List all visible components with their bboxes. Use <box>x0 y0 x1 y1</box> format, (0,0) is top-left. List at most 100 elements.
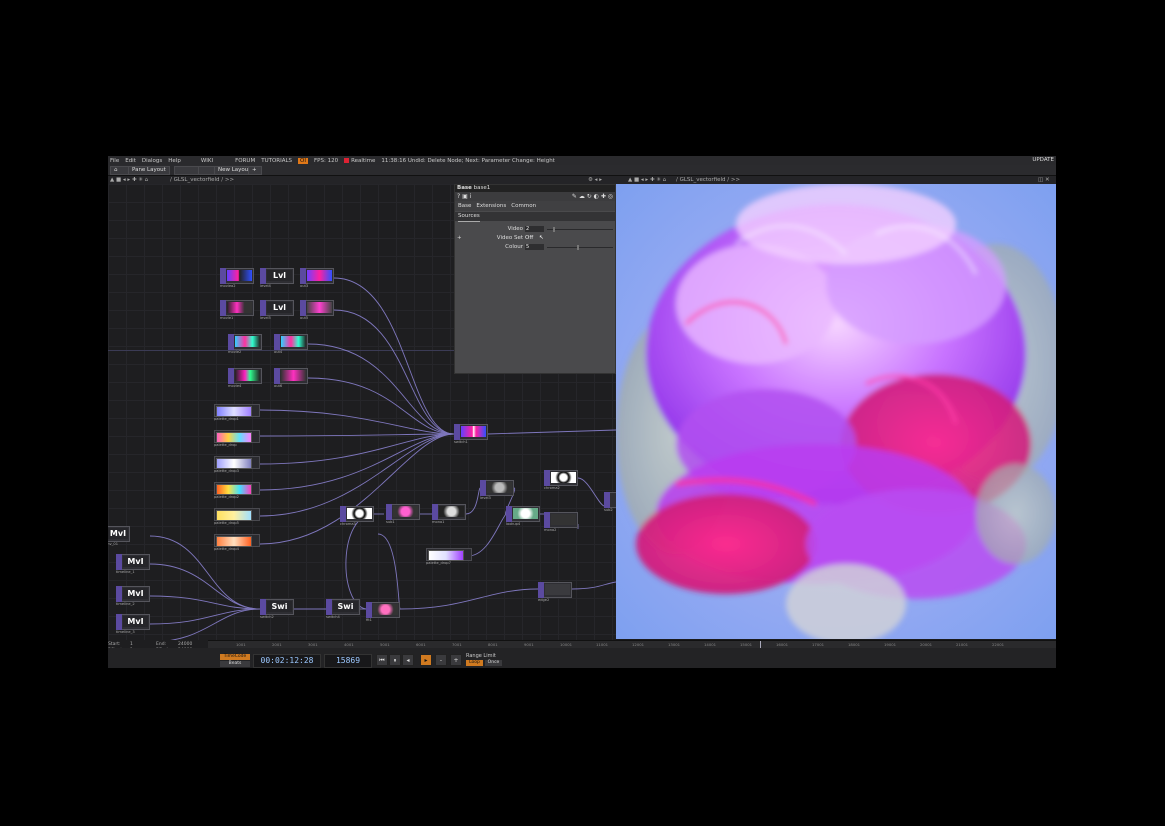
palette-node[interactable]: palette_drop4 <box>214 534 260 551</box>
param-tabs: Base Extensions Common <box>455 201 615 211</box>
flower-render-image <box>616 184 1056 639</box>
menu-help[interactable]: Help <box>168 158 181 164</box>
wiki-link[interactable]: WIKI <box>201 158 213 164</box>
mono-node[interactable]: mono2 <box>544 512 578 532</box>
menu-dialogs[interactable]: Dialogs <box>142 158 162 164</box>
switch-node[interactable]: switch1 <box>454 424 488 444</box>
param-toolbar: ? ▣ i ✎ ☁ ↻ ◐ ✚ ◎ <box>455 192 615 201</box>
level-node[interactable]: level3 <box>480 480 514 500</box>
colour-field[interactable]: 5 <box>525 244 544 250</box>
network-path[interactable]: / GLSL_vectorfield / >> <box>170 176 234 184</box>
play-icon[interactable]: ▸ <box>420 654 432 666</box>
palette-node[interactable]: palette_drop7 <box>426 548 472 565</box>
movie-node[interactable]: movie4 <box>228 368 262 388</box>
switch-node[interactable]: Swi switch2 <box>260 599 294 619</box>
oi-badge[interactable]: OI <box>298 157 308 164</box>
help-icon[interactable]: ? <box>457 193 460 200</box>
slider-knob[interactable] <box>577 245 579 250</box>
rewind-start-icon[interactable]: ⏮ <box>376 654 388 666</box>
output-viewer[interactable] <box>616 184 1056 639</box>
once-button[interactable]: Once <box>485 660 502 666</box>
palette-node[interactable]: palette_drop3 <box>214 456 260 473</box>
tutorials-link[interactable]: TUTORIALS <box>261 158 292 164</box>
palette-node[interactable]: palette_drop5 <box>214 508 260 525</box>
tab-base[interactable]: Base <box>458 201 471 211</box>
param-header: Base base1 <box>455 185 615 192</box>
sub-node[interactable]: sub1 <box>386 504 420 524</box>
add-layout-icon[interactable]: + <box>248 166 262 175</box>
param-row-video-set: + Video Set Off ↖ <box>457 234 544 242</box>
chroma-node[interactable]: chroma3 <box>340 506 374 526</box>
param-subtab-bar: Sources <box>455 212 615 222</box>
out-node[interactable]: out5 <box>300 300 334 320</box>
movie-node[interactable]: moviea2 <box>220 268 254 288</box>
level-node[interactable]: Lvl level5 <box>260 300 294 320</box>
level-node[interactable]: Lvl level4 <box>260 268 294 288</box>
chroma-node[interactable]: chroma2 <box>544 470 578 490</box>
palette-node[interactable]: palette_drop1 <box>214 404 260 421</box>
sub-node[interactable]: sub2 <box>604 492 616 512</box>
realtime-indicator-icon <box>344 157 350 163</box>
palette-node[interactable]: palette_drop <box>214 430 260 447</box>
pane-options-icon[interactable]: ⚙ ◂ ▸ <box>588 176 602 184</box>
image-icon[interactable]: ▣ <box>462 193 468 200</box>
menu-edit[interactable]: Edit <box>125 158 136 164</box>
forum-link[interactable]: FORUM <box>235 158 255 164</box>
realtime-toggle[interactable]: Realtime <box>344 157 375 164</box>
info-icon[interactable]: i <box>470 193 472 200</box>
switch-node[interactable]: Swi switch4 <box>326 599 360 619</box>
movie-node[interactable]: movie2 <box>228 334 262 354</box>
cursor-icon: ↖ <box>539 235 544 241</box>
expand-icon[interactable]: + <box>457 234 462 242</box>
menu-file[interactable]: File <box>110 158 119 164</box>
fit-node[interactable]: fit1 <box>366 602 400 622</box>
pane-layout-button[interactable]: Pane Layout <box>128 166 170 175</box>
movie-node[interactable]: MvI mv_01 <box>108 526 130 546</box>
timecode-mode-button[interactable]: TimeCode <box>220 654 250 660</box>
update-button[interactable]: UPDATE <box>1032 157 1054 163</box>
transport-bar <box>108 648 1056 668</box>
pane-close-icon[interactable]: ◫ ✕ <box>1038 176 1050 184</box>
param-tools-icon[interactable]: ✎ ☁ ↻ ◐ ✚ ◎ <box>572 192 613 201</box>
param-row-video: Video 2 <box>455 225 615 233</box>
step-minus-icon[interactable]: - <box>435 654 447 666</box>
step-plus-icon[interactable]: + <box>450 654 462 666</box>
mono-node[interactable]: mono1 <box>432 504 466 524</box>
viewer-tools-icon[interactable]: ▲ ■ ◂ ▸ ✚ ✳ ⌂ <box>628 176 666 184</box>
out-node[interactable]: out4 <box>274 334 308 354</box>
beats-mode-button[interactable]: Beats <box>220 661 250 667</box>
colour-slider[interactable] <box>547 245 613 250</box>
tab-common[interactable]: Common <box>511 201 536 211</box>
out-node[interactable]: out3 <box>300 268 334 288</box>
undo-status: 11:38:16 Undid: Delete Node; Next: Param… <box>381 157 555 164</box>
out-node[interactable]: out6 <box>274 368 308 388</box>
movie-node[interactable]: movie1 <box>220 300 254 320</box>
timecode-display[interactable]: 00:02:12:28 <box>253 654 321 668</box>
parameter-panel: Base base1 ? ▣ i ✎ ☁ ↻ ◐ ✚ ◎ Base Extens… <box>454 184 616 374</box>
step-back-icon[interactable]: ◂ <box>402 654 414 666</box>
lookup-node[interactable]: lookup4 <box>506 506 540 526</box>
home-icon[interactable]: ⌂ <box>110 166 130 175</box>
palette-node[interactable]: palette_drop2 <box>214 482 260 499</box>
slider-knob[interactable] <box>553 227 555 232</box>
menu-bar: File Edit Dialogs Help WIKI FORUM TUTORI… <box>108 156 1056 165</box>
frame-display[interactable]: 15869 <box>324 654 372 668</box>
touchdesigner-window: File Edit Dialogs Help WIKI FORUM TUTORI… <box>108 156 1056 668</box>
fps-label: FPS: 120 <box>314 157 339 164</box>
movie-node[interactable]: MvI timeline_3 <box>116 614 150 634</box>
video-slider[interactable] <box>547 227 613 232</box>
video-field[interactable]: 2 <box>525 226 544 232</box>
tab-sources[interactable]: Sources <box>458 212 480 222</box>
movie-node[interactable]: MvI timeline_2 <box>116 586 150 606</box>
video-set-toggle[interactable]: Off <box>525 234 533 242</box>
pause-icon[interactable]: ⏸ <box>389 654 401 666</box>
movie-node[interactable]: MvI timeline_1 <box>116 554 150 574</box>
viewer-path[interactable]: / GLSL_vectorfield / >> <box>676 176 740 184</box>
loop-button[interactable]: Loop <box>466 660 483 666</box>
layout-toolbar: ⌂ Pane Layout New Layout + <box>108 165 1056 176</box>
pane-tools-icon[interactable]: ▲ ■ ◂ ▸ ✚ ✳ ⌂ <box>110 176 148 184</box>
tab-extensions[interactable]: Extensions <box>476 201 506 211</box>
param-row-colour: Colour 5 <box>455 243 615 251</box>
range-limit-label: Range Limit <box>466 653 496 659</box>
edge-node[interactable]: edge2 <box>538 582 572 602</box>
